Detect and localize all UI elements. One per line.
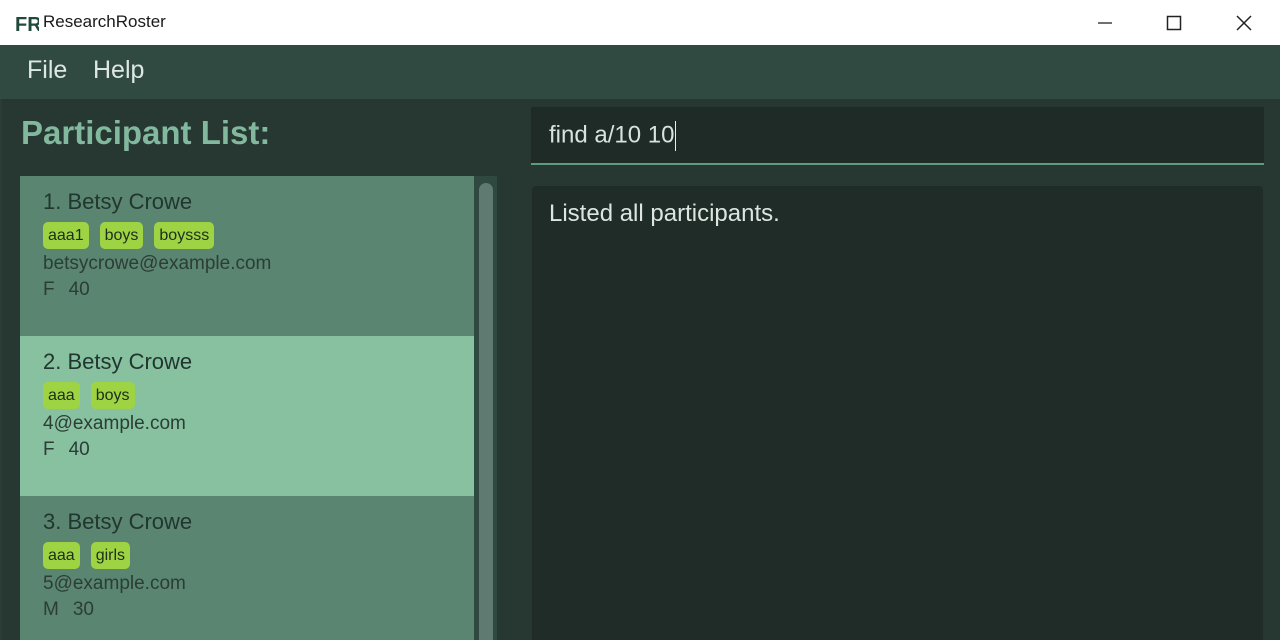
menu-bar <box>0 45 1280 99</box>
svg-text:FR: FR <box>15 14 39 35</box>
participant-email: 5@example.com <box>43 573 186 594</box>
result-message: Listed all participants. <box>549 200 780 227</box>
minimize-icon <box>1098 21 1112 24</box>
title-bar: FR ResearchRoster <box>0 0 1280 45</box>
app-logo-icon: FR <box>15 11 39 35</box>
window-title: ResearchRoster <box>43 12 166 31</box>
participant-meta: M 30 <box>43 599 108 621</box>
maximize-button[interactable] <box>1139 0 1209 45</box>
close-button[interactable] <box>1209 0 1279 45</box>
command-input-text[interactable]: find a/10 10 <box>549 121 677 151</box>
tag-badge: boys <box>99 222 144 249</box>
text-caret <box>675 121 677 151</box>
tag-badge: aaa <box>43 382 80 409</box>
participant-email: 4@example.com <box>43 413 186 434</box>
participant-list-title: Participant List: <box>21 114 271 151</box>
maximize-icon <box>1166 15 1182 30</box>
minimize-button[interactable] <box>1070 0 1140 45</box>
tag-badge: boysss <box>154 222 215 249</box>
participant-name: 1. Betsy Crowe <box>43 189 193 214</box>
participant-name: 3. Betsy Crowe <box>43 509 193 534</box>
participant-card[interactable]: 3. Betsy Crowe aaa girls 5@example.com M… <box>20 496 474 640</box>
participant-tags: aaa boys <box>43 382 135 409</box>
participant-card[interactable]: 1. Betsy Crowe aaa1 boys boysss betsycro… <box>20 176 474 336</box>
tag-badge: aaa <box>43 542 80 569</box>
tag-badge: girls <box>90 542 131 569</box>
participant-name: 2. Betsy Crowe <box>43 349 193 374</box>
menu-help[interactable]: Help <box>93 56 144 85</box>
list-scrollbar-thumb[interactable] <box>479 183 493 640</box>
command-value: find a/10 10 <box>549 121 675 149</box>
participant-age: 40 <box>68 279 90 300</box>
participant-age: 40 <box>68 439 90 460</box>
participant-tags: aaa girls <box>43 542 131 569</box>
participant-gender: M <box>43 599 59 620</box>
participant-gender: F <box>43 279 55 300</box>
participant-list[interactable]: 1. Betsy Crowe aaa1 boys boysss betsycro… <box>20 176 497 640</box>
participant-gender: F <box>43 439 55 460</box>
participant-email: betsycrowe@example.com <box>43 253 272 274</box>
tag-badge: boys <box>90 382 135 409</box>
participant-card-selected[interactable]: 2. Betsy Crowe aaa boys 4@example.com F4… <box>20 336 474 496</box>
participant-meta: F 40 <box>43 279 104 301</box>
tag-badge: aaa1 <box>43 222 89 249</box>
participant-age: 30 <box>72 599 94 620</box>
participant-tags: aaa1 boys boysss <box>43 222 215 249</box>
result-display <box>532 186 1263 640</box>
menu-file[interactable]: File <box>27 56 67 85</box>
close-icon <box>1236 14 1252 31</box>
participant-meta: F 40 <box>43 439 104 461</box>
